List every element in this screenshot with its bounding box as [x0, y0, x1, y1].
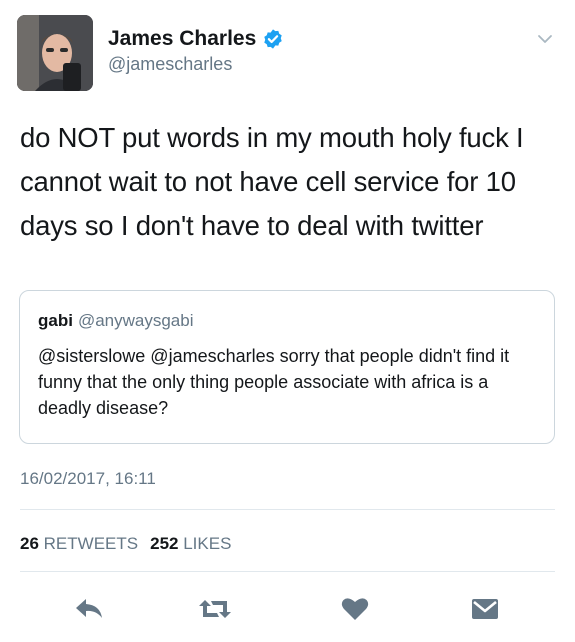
tweet-text: do NOT put words in my mouth holy fuck I… — [20, 122, 524, 241]
likes-label: LIKES — [183, 534, 232, 553]
retweets-label: RETWEETS — [43, 534, 139, 553]
author-display-name[interactable]: James Charles — [108, 27, 256, 51]
quoted-tweet-text: @sisterslowe @jamescharles sorry that pe… — [38, 346, 510, 418]
quoted-tweet[interactable]: gabi @anywaysgabi @sisterslowe @jameschar… — [19, 290, 555, 444]
quoted-author: gabi @anywaysgabi — [38, 311, 194, 331]
tweet-timestamp: 16/02/2017, 16:11 — [20, 469, 156, 488]
retweet-button[interactable] — [197, 596, 233, 622]
retweet-icon — [199, 600, 231, 618]
verified-badge-icon — [264, 29, 282, 49]
likes-count: 252 — [150, 534, 179, 553]
divider — [20, 509, 555, 510]
tweet-stats: 26 RETWEETS 252 LIKES — [20, 534, 231, 554]
divider — [20, 571, 555, 572]
likes-stat[interactable]: 252 LIKES — [150, 534, 231, 553]
like-button[interactable] — [340, 596, 370, 622]
reply-button[interactable] — [74, 596, 104, 622]
heart-icon — [341, 598, 369, 620]
retweets-count: 26 — [20, 534, 39, 553]
quoted-author-name: gabi — [38, 311, 73, 330]
author-handle[interactable]: @jamescharles — [108, 54, 232, 75]
retweets-stat[interactable]: 26 RETWEETS — [20, 534, 138, 553]
reply-icon — [76, 599, 102, 618]
avatar[interactable] — [17, 15, 93, 91]
quoted-author-handle: @anywaysgabi — [77, 311, 194, 330]
direct-message-button[interactable] — [470, 596, 500, 622]
direct-message-icon — [472, 599, 498, 619]
chevron-down-icon[interactable] — [536, 30, 554, 48]
author-name-row: James Charles — [108, 27, 284, 51]
